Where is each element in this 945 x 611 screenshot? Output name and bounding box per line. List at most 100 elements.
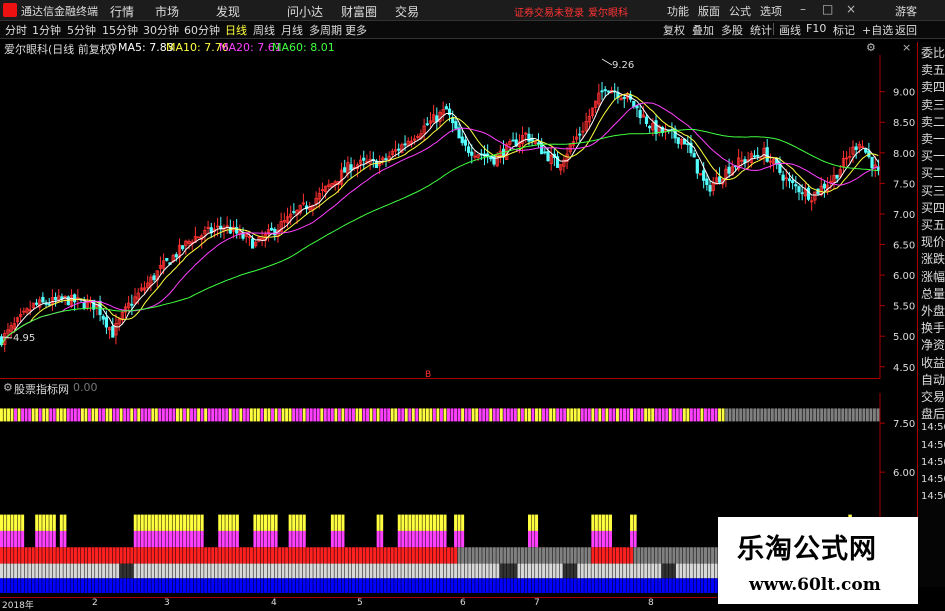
period-1min[interactable]: 1分钟: [32, 22, 61, 38]
white-bar: [313, 563, 317, 579]
side-panel-item[interactable]: 买二: [921, 164, 945, 181]
mark-button[interactable]: 标记: [833, 22, 855, 38]
menu-formula[interactable]: 公式: [729, 3, 751, 19]
period-daily[interactable]: 日线: [225, 22, 247, 38]
side-panel-item[interactable]: 自动: [921, 371, 945, 388]
close-button[interactable]: ×: [846, 2, 856, 16]
guest-label[interactable]: 游客: [895, 3, 917, 19]
side-panel-item[interactable]: 委比: [921, 44, 945, 61]
chart-close-icon[interactable]: ×: [902, 41, 911, 54]
period-multi[interactable]: 多周期: [309, 22, 342, 38]
side-panel-item[interactable]: 现价: [921, 233, 945, 250]
blue-bar: [49, 578, 53, 593]
side-panel-item[interactable]: 卖三: [921, 96, 945, 113]
yellow-bar: [429, 514, 433, 531]
side-panel-item[interactable]: 买三: [921, 182, 945, 199]
period-60min[interactable]: 60分钟: [184, 22, 220, 38]
period-more[interactable]: 更多: [345, 22, 367, 38]
candle: [381, 155, 385, 166]
side-panel-item[interactable]: 外盘: [921, 302, 945, 319]
side-panel-item[interactable]: 涨跌: [921, 250, 945, 267]
multistock-button[interactable]: 多股: [721, 22, 743, 38]
side-panel-item[interactable]: 卖二: [921, 113, 945, 130]
mid-bar: [77, 547, 81, 564]
mid-bar: [278, 547, 282, 564]
side-panel-item[interactable]: 14:50: [921, 440, 945, 451]
yellow-bar: [0, 514, 4, 531]
white-bar: [179, 563, 183, 579]
mid-bar: [471, 547, 475, 564]
side-panel-item[interactable]: 盘后: [921, 405, 945, 422]
buy-marker: B: [425, 370, 431, 379]
side-panel-item[interactable]: 买一: [921, 147, 945, 164]
side-panel-item[interactable]: 买四: [921, 199, 945, 216]
blue-bar: [77, 578, 81, 593]
overlay-button[interactable]: 叠加: [692, 22, 714, 38]
side-panel-item[interactable]: 交易: [921, 388, 945, 405]
signal-strip-bar: [123, 408, 127, 422]
menu-discover[interactable]: 发现: [216, 3, 240, 20]
white-bar: [496, 563, 500, 579]
menu-trade[interactable]: 交易: [395, 3, 419, 20]
stats-button[interactable]: 统计: [750, 22, 772, 38]
side-panel-item[interactable]: 14:50: [921, 474, 945, 485]
minimize-button[interactable]: –: [800, 2, 806, 16]
white-bar: [468, 563, 472, 579]
signal-strip-bar: [862, 408, 866, 422]
menu-market[interactable]: 行情: [110, 3, 134, 20]
yellow-bar: [38, 514, 42, 531]
signal-strip-bar: [837, 408, 841, 422]
blue-bar: [440, 578, 444, 593]
signal-strip-bar: [792, 408, 795, 422]
white-bar: [116, 563, 120, 579]
drawline-button[interactable]: 画线: [779, 22, 801, 38]
candles: [0, 81, 881, 352]
period-monthly[interactable]: 月线: [281, 22, 303, 38]
blue-bar: [288, 578, 292, 593]
side-panel-item[interactable]: 买五: [921, 216, 945, 233]
settings-gear-icon[interactable]: ⚙: [108, 41, 118, 54]
side-panel-item[interactable]: 14:50: [921, 491, 945, 502]
mid-bar: [3, 547, 7, 564]
side-panel-item[interactable]: 总量: [921, 285, 945, 302]
period-weekly[interactable]: 周线: [253, 22, 275, 38]
chart-settings-icon[interactable]: ⚙: [866, 41, 876, 54]
back-button[interactable]: 返回: [895, 22, 917, 38]
period-5min[interactable]: 5分钟: [67, 22, 96, 38]
side-panel-item[interactable]: 收益: [921, 354, 945, 371]
period-fenshi[interactable]: 分时: [5, 22, 27, 38]
add-watchlist-button[interactable]: +自选: [862, 22, 893, 38]
side-panel-item[interactable]: 卖五: [921, 61, 945, 78]
mid-bar: [566, 547, 570, 564]
f10-button[interactable]: F10: [806, 22, 826, 35]
menu-function[interactable]: 功能: [667, 3, 689, 19]
menu-fortune[interactable]: 财富圈: [341, 3, 377, 20]
maximize-button[interactable]: □: [822, 2, 833, 16]
mid-bar: [584, 547, 588, 564]
side-panel-item[interactable]: 14:50: [921, 422, 945, 433]
side-panel-item[interactable]: 净资: [921, 336, 945, 353]
candle: [362, 150, 366, 170]
magenta-bar: [7, 530, 11, 548]
menu-ask[interactable]: 问小达: [287, 3, 323, 20]
magenta-bar: [528, 530, 532, 548]
side-panel-item[interactable]: 换手: [921, 319, 945, 336]
adjust-button[interactable]: 复权: [663, 22, 685, 38]
candlestick-chart[interactable]: 9.00 8.50 8.00 7.50 7.00 6.50 6.00 5.50 5.00 4.50…: [0, 55, 917, 379]
menu-layout[interactable]: 版面: [698, 3, 720, 19]
menu-exchange[interactable]: 市场: [155, 3, 179, 20]
white-bar: [49, 563, 53, 579]
period-30min[interactable]: 30分钟: [143, 22, 179, 38]
magenta-bar: [432, 530, 436, 548]
signal-strip-bar: [242, 408, 246, 422]
login-notice[interactable]: 证券交易未登录: [514, 4, 584, 19]
menu-options[interactable]: 选项: [760, 3, 782, 19]
side-panel-item[interactable]: 涨幅: [921, 268, 945, 285]
side-panel-item[interactable]: 卖四: [921, 78, 945, 95]
blue-bar: [84, 578, 88, 593]
mid-bar: [383, 547, 387, 564]
side-panel-item[interactable]: 14:50: [921, 457, 945, 468]
side-panel-item[interactable]: 卖一: [921, 130, 945, 147]
period-15min[interactable]: 15分钟: [102, 22, 138, 38]
magenta-bar: [260, 530, 264, 548]
